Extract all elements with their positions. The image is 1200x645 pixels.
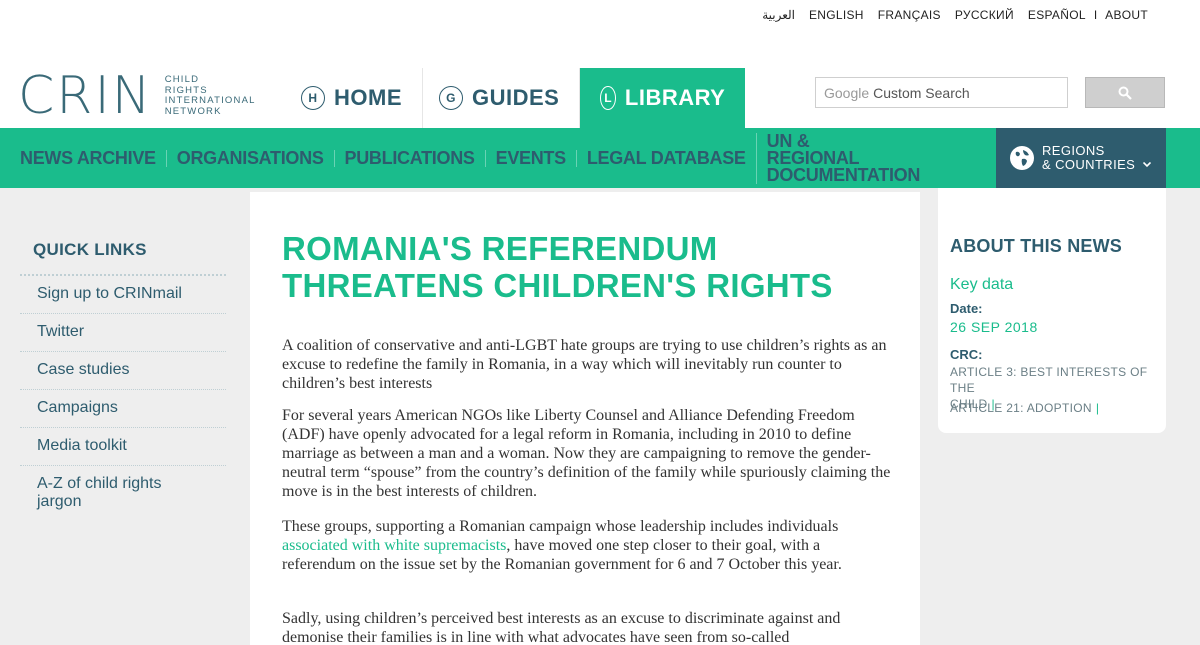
regions-label: REGIONS & COUNTRIES (1042, 144, 1135, 172)
quick-link-twitter[interactable]: Twitter (20, 314, 226, 352)
logo-tagline-line: RIGHTS (164, 84, 208, 96)
logo-wordmark: CRIN (18, 66, 153, 126)
quick-link-crinmail[interactable]: Sign up to CRINmail (20, 276, 226, 314)
lang-english[interactable]: ENGLISH (809, 8, 864, 22)
nav-news-archive[interactable]: NEWS ARCHIVE (12, 149, 166, 167)
nav-legal-database[interactable]: LEGAL DATABASE (575, 149, 756, 167)
nav-un-line-1: UN & REGIONAL (766, 130, 860, 168)
article-lead: A coalition of conservative and anti-LGB… (282, 337, 887, 392)
logo-tagline-line: CHILD (164, 74, 200, 85)
logo-tagline: CHILD RIGHTS INTERNATIONAL NETWORK (164, 74, 256, 117)
about-this-news-panel: ABOUT THIS NEWS Key data Date: 26 SEP 20… (938, 188, 1166, 433)
nav-organisations[interactable]: ORGANISATIONS (165, 149, 334, 167)
crin-logo[interactable]: CRIN CHILD RIGHTS INTERNATIONAL NETWORK (18, 70, 256, 122)
language-bar: العربية ENGLISH FRANÇAIS РУССКИЙ ESPAÑOL… (748, 8, 1148, 22)
nav-publications[interactable]: PUBLICATIONS (333, 149, 485, 167)
paragraph-text: These groups, supporting a Romanian camp… (282, 518, 839, 535)
article-paragraph: Sadly, using children’s perceived best i… (282, 610, 841, 645)
tab-library[interactable]: L LIBRARY (579, 68, 746, 128)
regions-label-line: & COUNTRIES (1042, 157, 1136, 172)
main-tabs: H HOME G GUIDES L LIBRARY (285, 68, 746, 128)
lang-french[interactable]: FRANÇAIS (878, 8, 941, 22)
nav-events[interactable]: EVENTS (484, 149, 576, 167)
search-input[interactable]: Google Custom Search (815, 77, 1068, 108)
google-label: Google (824, 84, 870, 101)
white-supremacists-link[interactable]: associated with white supremacists (282, 537, 506, 554)
article-headline: ROMANIA'S REFERENDUM THREATENS CHILDREN'… (282, 230, 833, 304)
search-icon (1118, 86, 1132, 100)
headline-line: THREATENS CHILDREN'S RIGHTS (282, 267, 833, 304)
crc-bar: | (1095, 401, 1100, 415)
tab-guides[interactable]: G GUIDES (422, 68, 579, 128)
crc-article-text: ARTICLE 21: ADOPTION (950, 401, 1092, 415)
tab-library-label: LIBRARY (624, 85, 726, 110)
key-data-heading: Key data (950, 276, 1014, 293)
crc-article-text: ARTICLE 3: BEST INTERESTS OF THE (950, 365, 1148, 395)
lang-russian[interactable]: РУССКИЙ (955, 8, 1014, 22)
quick-link-campaigns[interactable]: Campaigns (20, 390, 226, 428)
search-placeholder: Custom Search (873, 84, 970, 101)
library-key-icon: L (600, 86, 616, 110)
lang-arabic[interactable]: العربية (762, 8, 795, 22)
sub-navigation: NEWS ARCHIVE ORGANISATIONS PUBLICATIONS … (0, 128, 1200, 188)
article-paragraph: For several years American NGOs like Lib… (282, 407, 891, 500)
nav-un-line-2: DOCUMENTATION (766, 164, 921, 185)
regions-label-line: REGIONS (1042, 143, 1105, 158)
about-title: ABOUT THIS NEWS (950, 236, 1122, 256)
quick-link-media-toolkit[interactable]: Media toolkit (20, 428, 226, 466)
article: ROMANIA'S REFERENDUM THREATENS CHILDREN'… (250, 192, 920, 645)
crc-label: CRC: (950, 347, 983, 362)
quick-links: QUICK LINKS Sign up to CRINmail Twitter … (20, 230, 226, 510)
crc-article-21-link[interactable]: ARTICLE 21: ADOPTION | (950, 400, 1099, 416)
tab-guides-label: GUIDES (472, 85, 560, 110)
content-area: QUICK LINKS Sign up to CRINmail Twitter … (0, 188, 1200, 645)
date-value: 26 SEP 2018 (950, 319, 1038, 335)
quick-link-case-studies[interactable]: Case studies (20, 352, 226, 390)
site-header: CRIN CHILD RIGHTS INTERNATIONAL NETWORK … (0, 40, 1200, 128)
regions-countries-button[interactable]: REGIONS & COUNTRIES (996, 128, 1166, 188)
lang-separator: I (1093, 8, 1098, 22)
home-key-icon: H (301, 86, 325, 110)
about-link[interactable]: ABOUT (1105, 8, 1148, 22)
logo-tagline-line: NETWORK (164, 105, 222, 117)
logo-tagline-line: INTERNATIONAL (164, 95, 256, 106)
tab-home-label: HOME (334, 85, 402, 110)
chevron-down-icon (1143, 159, 1152, 171)
search-button[interactable] (1085, 77, 1165, 108)
lang-spanish[interactable]: ESPAÑOL (1028, 8, 1086, 22)
nav-un-regional-documentation[interactable]: UN & REGIONAL DOCUMENTATION (755, 130, 920, 184)
guides-key-icon: G (439, 86, 463, 110)
quick-links-title: QUICK LINKS (20, 230, 226, 276)
globe-icon (1010, 146, 1034, 170)
article-paragraph: These groups, supporting a Romanian camp… (282, 517, 894, 574)
quick-link-jargon[interactable]: A-Z of child rights jargon (20, 466, 226, 510)
headline-line: ROMANIA'S REFERENDUM (282, 230, 718, 267)
tab-home[interactable]: H HOME (285, 68, 422, 128)
date-label: Date: (950, 301, 983, 316)
